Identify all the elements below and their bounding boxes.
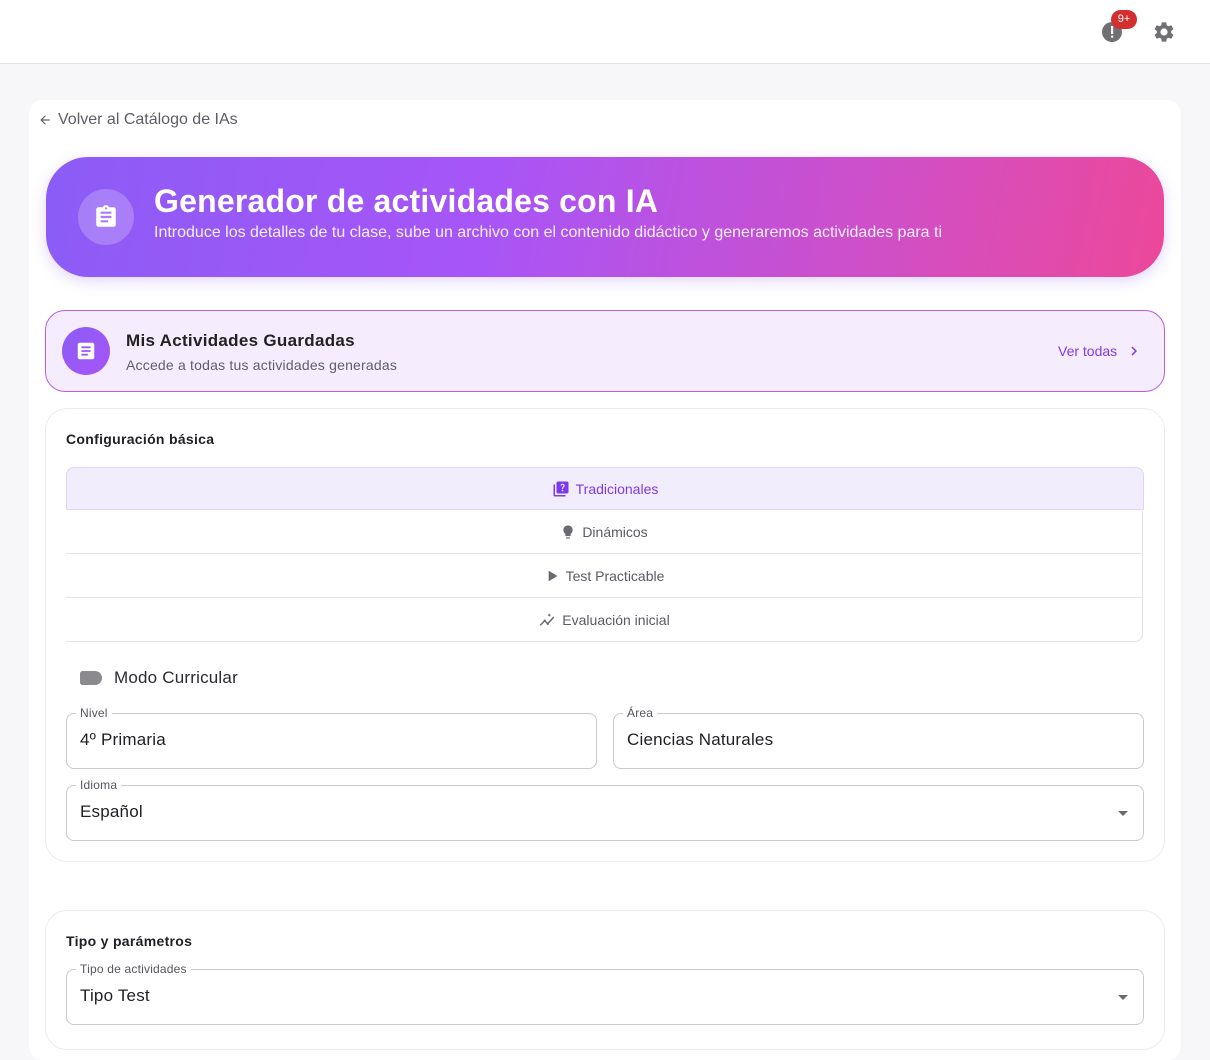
back-to-catalog-link[interactable]: Volver al Catálogo de IAs — [38, 108, 238, 132]
dropdown-arrow-icon — [1118, 811, 1128, 816]
activity-type-select[interactable]: Tipo de actividades Tipo Test — [66, 962, 1144, 1025]
tab-evaluacion-inicial[interactable]: Evaluación inicial — [66, 599, 1143, 642]
activity-type-value: Tipo Test — [80, 986, 150, 1005]
notification-badge: 9+ — [1111, 10, 1137, 29]
arrow-left-icon — [40, 115, 50, 125]
basic-config-title: Configuración básica — [66, 431, 215, 447]
settings-button[interactable] — [1152, 20, 1176, 44]
curricular-mode-toggle[interactable]: Modo Curricular — [80, 666, 238, 690]
page-title: Generador de actividades con IA — [154, 183, 659, 219]
area-label: Área — [623, 706, 658, 720]
insights-icon — [540, 613, 555, 626]
type-params-title: Tipo y parámetros — [66, 933, 193, 949]
play-icon — [548, 570, 557, 582]
saved-activities-title: Mis Actividades Guardadas — [126, 331, 355, 350]
tab-test-practicable[interactable]: Test Practicable — [66, 555, 1143, 598]
top-bar — [0, 0, 1210, 64]
quiz-icon — [553, 481, 569, 496]
curricular-mode-label: Modo Curricular — [114, 668, 238, 687]
activity-type-label: Tipo de actividades — [76, 962, 191, 976]
tab-label: Evaluación inicial — [562, 612, 670, 628]
nivel-label: Nivel — [76, 706, 112, 720]
tab-tradicionales[interactable]: Tradicionales — [66, 467, 1144, 510]
hero-icon-circle — [78, 189, 134, 245]
area-value: Ciencias Naturales — [627, 730, 774, 749]
document-icon — [77, 342, 95, 360]
idioma-value: Español — [80, 802, 143, 821]
lightbulb-icon — [563, 525, 573, 539]
saved-icon-circle — [62, 327, 110, 375]
nivel-value: 4º Primaria — [80, 730, 166, 749]
idioma-select[interactable]: Idioma Español — [66, 778, 1144, 841]
area-field[interactable]: Área Ciencias Naturales — [613, 706, 1144, 769]
view-all-link[interactable]: Ver todas — [1058, 340, 1143, 362]
toggle-switch[interactable] — [80, 671, 102, 685]
saved-activities-subtitle: Accede a todas tus actividades generadas — [126, 357, 398, 373]
view-all-label: Ver todas — [1058, 343, 1118, 359]
idioma-label: Idioma — [76, 778, 122, 792]
gear-icon — [1154, 22, 1174, 42]
tab-label: Tradicionales — [575, 480, 659, 497]
nivel-field[interactable]: Nivel 4º Primaria — [66, 706, 597, 769]
dropdown-arrow-icon — [1118, 995, 1128, 1000]
saved-activities-card[interactable] — [45, 310, 1165, 392]
tab-label: Dinámicos — [582, 524, 648, 540]
back-link-label: Volver al Catálogo de IAs — [58, 111, 238, 128]
tab-label: Test Practicable — [565, 568, 665, 584]
clipboard-icon — [96, 205, 116, 227]
page-subtitle: Introduce los detalles de tu clase, sube… — [154, 224, 943, 241]
chevron-right-icon — [1131, 346, 1138, 356]
tab-dinamicos[interactable]: Dinámicos — [66, 511, 1143, 554]
